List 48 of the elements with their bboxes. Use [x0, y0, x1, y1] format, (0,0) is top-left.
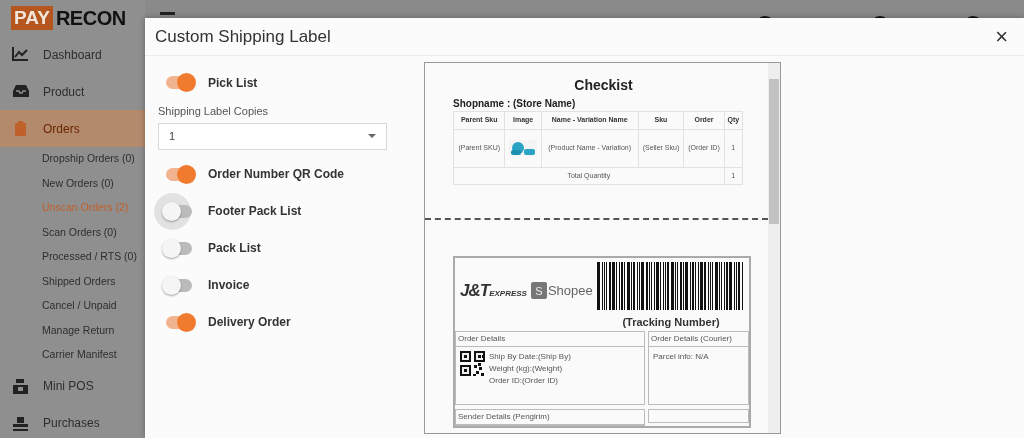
field-label: Shipping Label Copies [158, 104, 270, 119]
sidebar-subitem[interactable]: Carrier Manifest [0, 343, 145, 368]
section-title: Sender Details (Pengirim) [456, 410, 644, 425]
sidebar-subitem[interactable]: Manage Return [0, 318, 145, 343]
sidebar-item[interactable]: Purchases [0, 404, 145, 438]
sidebar-item[interactable]: Dashboard [0, 36, 145, 73]
logo-text: PAY [11, 6, 53, 30]
carrier-logo: J&T [460, 280, 490, 302]
sidebar-subitem[interactable]: Scan Orders (0) [0, 220, 145, 245]
toggle-label: Footer Pack List [208, 203, 302, 220]
toggle-label: Pack List [208, 240, 261, 257]
shop-name: Shopname : (Store Name) [453, 97, 577, 111]
detail-line: Parcel info: N/A [653, 351, 710, 363]
sidebar-subitem[interactable]: New Orders (0) [0, 171, 145, 196]
qr-code [460, 351, 485, 376]
menu-icon [160, 12, 175, 15]
detail-line: Ship By Date:(Ship By) [489, 351, 571, 363]
toggle-label: Invoice [208, 277, 250, 294]
tracking-number: (Tracking Number) [622, 315, 720, 330]
detail-line: Weight (kg):(Weight) [489, 363, 564, 375]
bag-icon: S [530, 282, 547, 300]
copies-select[interactable]: 1 [158, 122, 387, 150]
sidebar-item[interactable]: Mini POS [0, 367, 145, 405]
checklist-title: Checkist [573, 76, 634, 95]
section-title: Order Details [456, 332, 644, 347]
close-button[interactable]: × [991, 25, 1012, 48]
scrollbar[interactable] [768, 63, 780, 433]
toggle-label: Delivery Order [208, 314, 291, 331]
pallet-icon [12, 414, 29, 432]
sidebar-item[interactable]: Orders [0, 110, 145, 147]
sidebar-subitem[interactable]: Dropship Orders (0) [0, 147, 145, 172]
tray-icon [12, 83, 29, 100]
toggle-label: Pick List [208, 74, 258, 92]
sidebar-item[interactable]: Product [0, 73, 145, 110]
sidebar-subitem[interactable]: Cancel / Unpaid [0, 294, 145, 319]
toggle-label: Order Number QR Code [208, 166, 345, 183]
detail-line: Order ID:(Order ID) [489, 375, 559, 387]
modal-title: Custom Shipping Label [155, 25, 331, 48]
sidebar-subitem[interactable]: Processed / RTS (0) [0, 245, 145, 270]
shop-logo: Shopee [547, 282, 593, 300]
carrier-logo: EXPRESS [489, 288, 527, 300]
register-icon [12, 377, 29, 395]
caret-icon [368, 134, 376, 138]
section-title: Order Details (Courier) [649, 332, 748, 347]
sidebar-subitem[interactable]: Shipped Orders [0, 269, 145, 294]
logo-text: RECON [55, 6, 126, 31]
clipboard-icon [12, 120, 29, 137]
chart-icon [12, 46, 29, 63]
